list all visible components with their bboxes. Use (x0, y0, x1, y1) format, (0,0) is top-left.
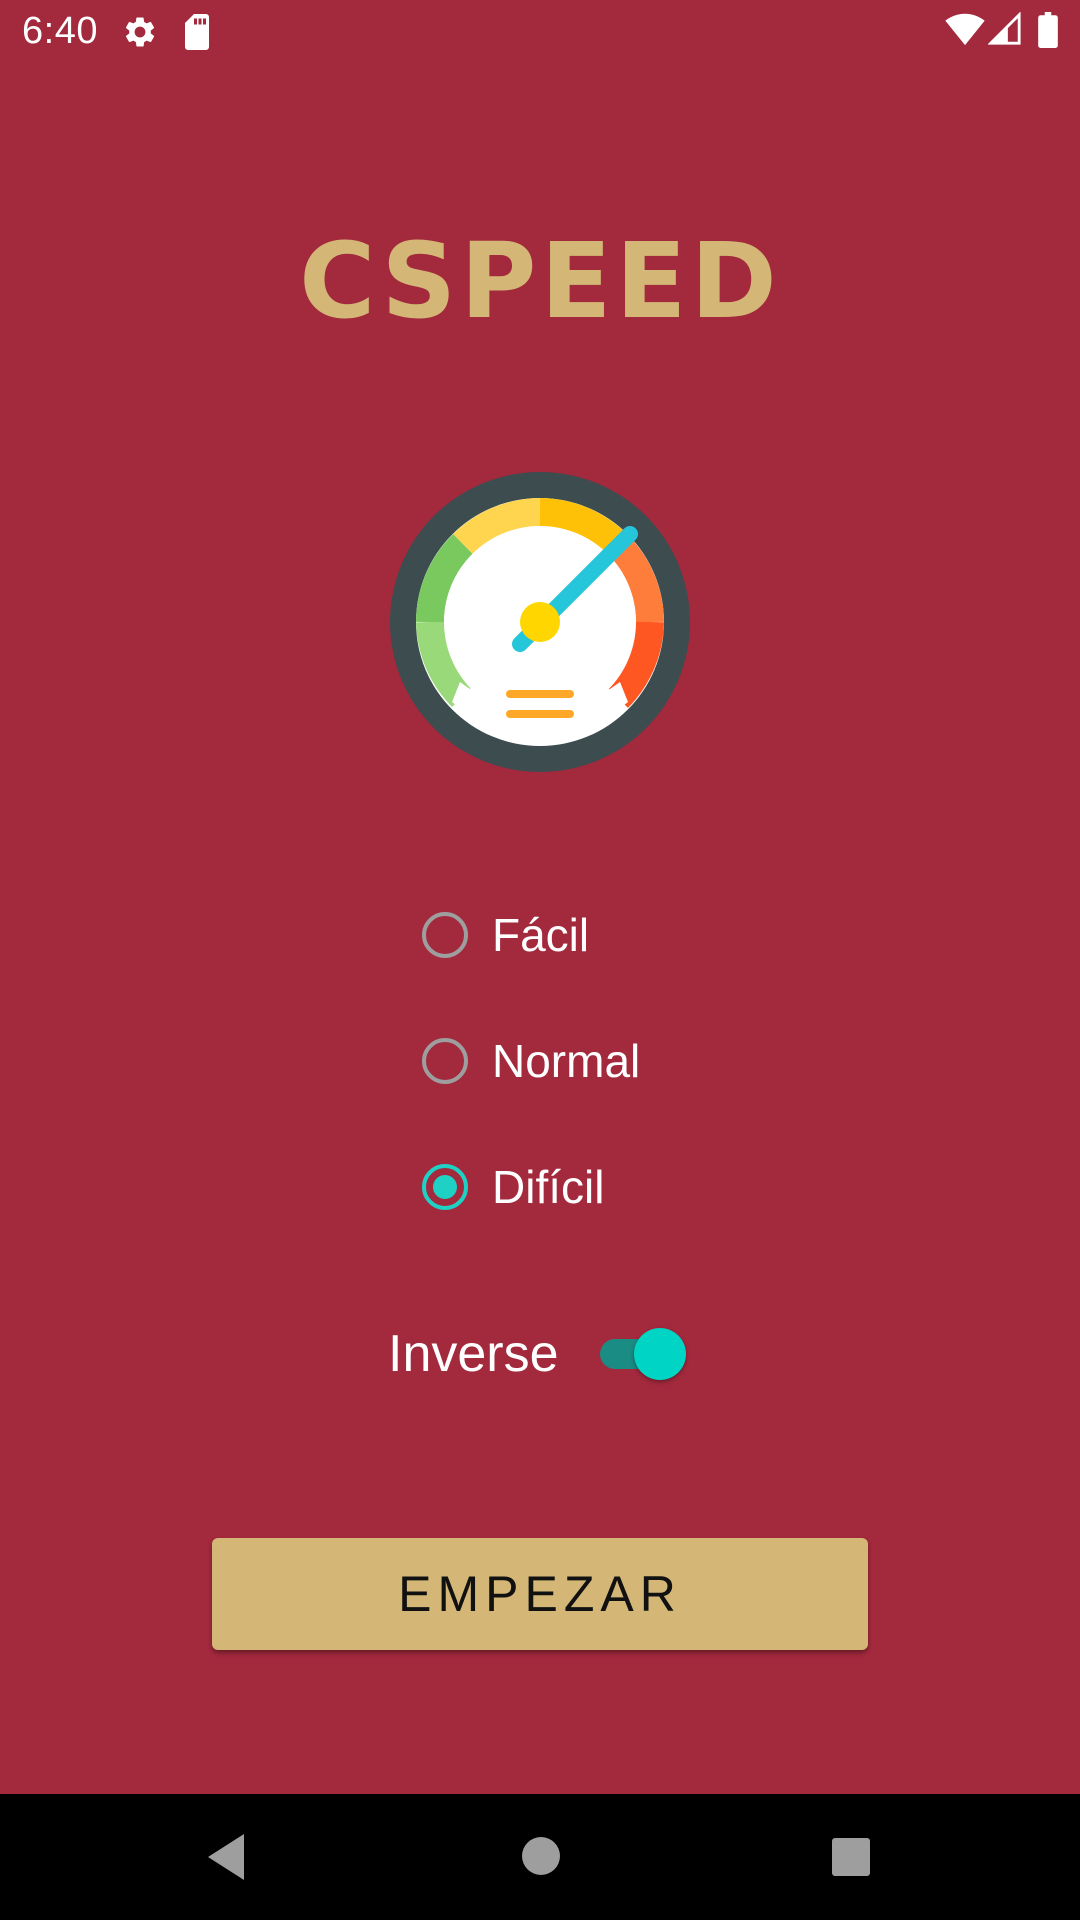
status-time: 6:40 (22, 10, 98, 52)
radio-normal[interactable]: Normal (422, 1026, 722, 1096)
start-button[interactable]: EMPEZAR (212, 1538, 868, 1650)
inverse-label: Inverse (388, 1325, 559, 1383)
battery-icon (1038, 12, 1058, 53)
settings-icon (122, 14, 158, 55)
radio-dificil[interactable]: Difícil (422, 1152, 722, 1222)
radio-button[interactable] (422, 912, 468, 958)
speedometer-icon (390, 472, 690, 777)
radio-label: Fácil (492, 909, 590, 961)
radio-facil[interactable]: Fácil (422, 900, 722, 970)
back-icon[interactable] (204, 1832, 248, 1887)
navigation-bar (0, 1794, 1080, 1920)
inverse-switch[interactable] (600, 1328, 686, 1380)
status-bar: 6:40 (0, 0, 1080, 63)
home-icon[interactable] (519, 1834, 563, 1883)
radio-button[interactable] (422, 1038, 468, 1084)
sd-card-icon (182, 14, 212, 55)
radio-label: Difícil (492, 1161, 605, 1213)
radio-button-checked[interactable] (422, 1164, 468, 1210)
app-title: CSPEED (299, 220, 781, 342)
radio-label: Normal (492, 1035, 641, 1087)
switch-thumb[interactable] (634, 1328, 686, 1380)
signal-icon (987, 11, 1022, 51)
wifi-icon (944, 12, 986, 51)
recents-icon[interactable] (830, 1836, 872, 1883)
